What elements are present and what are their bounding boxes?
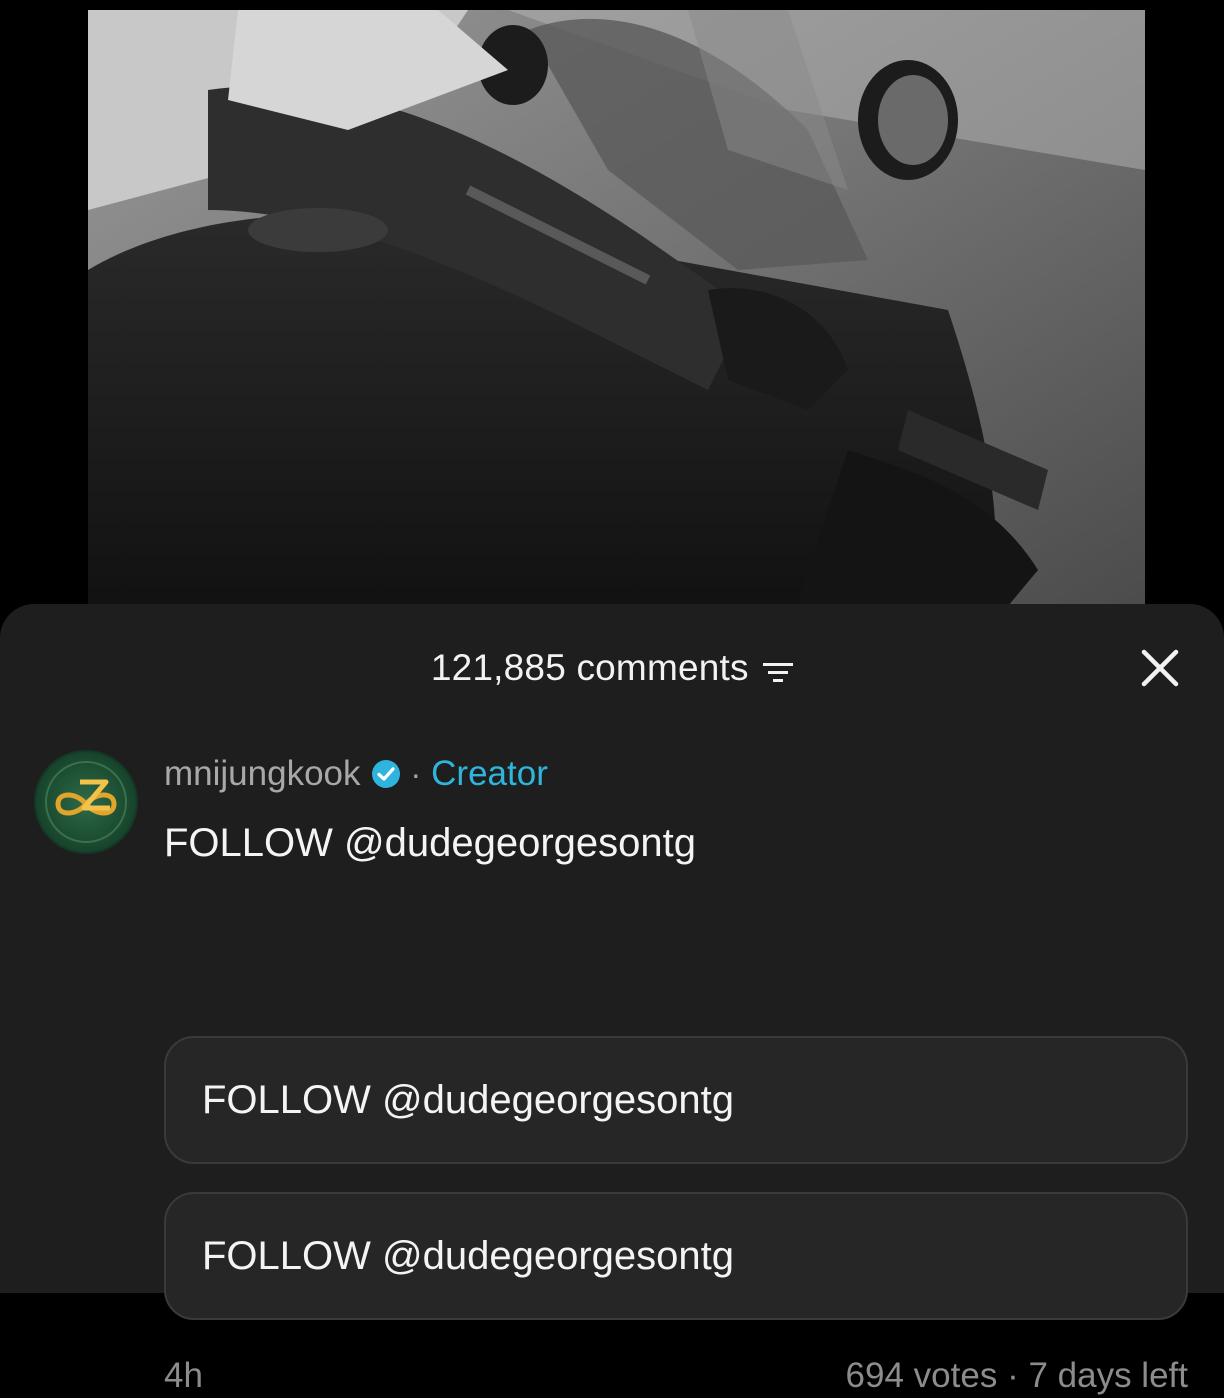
close-button[interactable] bbox=[1136, 644, 1184, 692]
avatar[interactable] bbox=[34, 750, 138, 854]
poll-time-left: 7 days left bbox=[1028, 1356, 1188, 1395]
username[interactable]: mnijungkook bbox=[164, 754, 361, 794]
video-still-image bbox=[88, 10, 1145, 630]
filter-icon[interactable] bbox=[763, 661, 794, 685]
comment-meta-row: 4h 694 votes · 7 days left bbox=[164, 1350, 1188, 1398]
poll-votes: 694 votes bbox=[845, 1356, 998, 1395]
comments-sheet: 121,885 comments mnijungkook · Creator F… bbox=[0, 604, 1224, 1395]
video-frame[interactable] bbox=[88, 10, 1145, 630]
verified-check-icon bbox=[371, 760, 400, 788]
close-icon bbox=[1141, 649, 1179, 687]
video-player[interactable] bbox=[0, 0, 1224, 640]
comment-author-row: mnijungkook · Creator bbox=[164, 752, 548, 796]
avatar-logo-icon bbox=[45, 761, 127, 843]
comments-header: 121,885 comments bbox=[0, 644, 1224, 692]
separator-dot: · bbox=[410, 755, 422, 792]
comment-text: FOLLOW @dudegeorgesontg bbox=[164, 821, 697, 865]
poll-meta-separator: · bbox=[1007, 1356, 1019, 1395]
poll-status: 694 votes · 7 days left bbox=[846, 1356, 1188, 1396]
comment-timestamp: 4h bbox=[164, 1356, 203, 1395]
poll-option-1[interactable]: FOLLOW @dudegeorgesontg bbox=[164, 1036, 1188, 1164]
poll-option-2[interactable]: FOLLOW @dudegeorgesontg bbox=[164, 1192, 1188, 1320]
creator-badge: Creator bbox=[431, 754, 548, 793]
comment-count-label: 121,885 comments bbox=[430, 647, 749, 688]
